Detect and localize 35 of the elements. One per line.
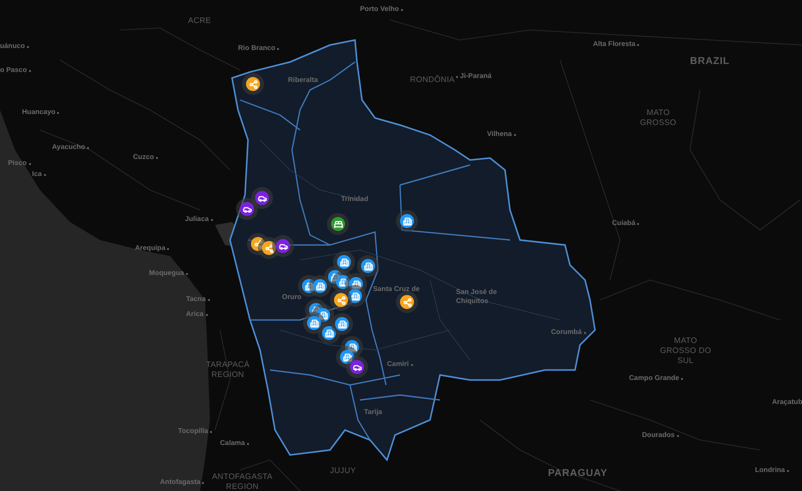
share-icon <box>248 80 258 88</box>
map-label: PARAGUAY <box>548 467 608 481</box>
map-label: TARAPACÁ REGION <box>206 360 250 380</box>
share-icon <box>254 240 262 248</box>
map-label: ANTOFAGASTA REGION <box>212 472 273 491</box>
map-label: ACRE <box>188 16 212 26</box>
building-icon <box>402 216 412 226</box>
map-label: MATO GROSSO DO SUL <box>660 336 712 366</box>
building-icon <box>324 328 334 338</box>
car-icon <box>242 204 252 214</box>
building-icon <box>330 272 340 282</box>
share-icon <box>264 244 274 252</box>
share-icon <box>402 298 412 306</box>
building-icon <box>310 318 318 328</box>
share-icon <box>336 296 346 304</box>
building-icon <box>348 342 356 352</box>
bed-icon <box>334 220 342 228</box>
building-icon <box>318 310 328 320</box>
building-icon <box>312 306 320 314</box>
map-label: MATO GROSSO <box>640 108 676 128</box>
building-icon <box>304 282 314 290</box>
building-icon <box>316 282 324 290</box>
car-icon <box>352 362 362 372</box>
building-icon <box>364 262 372 270</box>
map-label: BRAZIL <box>690 55 730 69</box>
building-icon <box>350 292 360 300</box>
building-icon <box>340 258 348 266</box>
car-icon <box>278 242 288 250</box>
building-icon <box>352 280 360 288</box>
map-label: JUJUY <box>330 466 356 476</box>
map-label: RONDÔNIA <box>410 75 455 85</box>
building-icon <box>338 278 348 286</box>
building-icon <box>342 352 352 362</box>
building-icon <box>338 320 346 328</box>
car-icon <box>258 194 266 202</box>
